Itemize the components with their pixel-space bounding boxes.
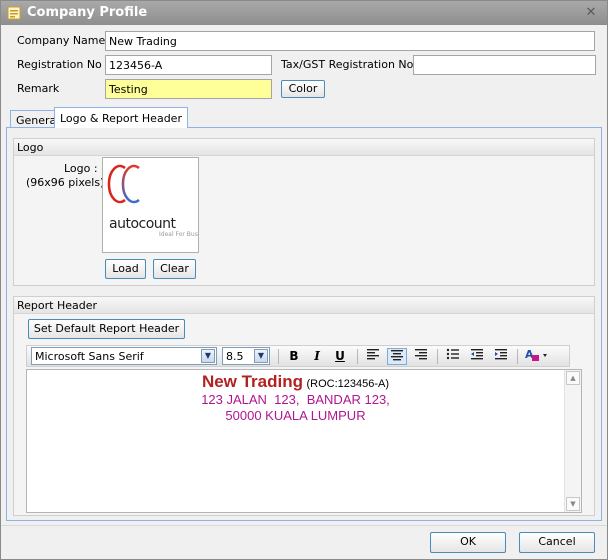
font-name-value: Microsoft Sans Serif xyxy=(35,350,144,363)
app-icon xyxy=(7,6,21,20)
editor-scrollbar[interactable]: ▲ ▼ xyxy=(564,370,581,512)
scroll-up-icon[interactable]: ▲ xyxy=(566,371,580,385)
autocount-logo: autocount Ideal For Business xyxy=(107,164,213,238)
rich-text-toolbar: Microsoft Sans Serif ▼ 8.5 ▼ B I U A xyxy=(26,345,570,367)
company-name-input[interactable]: New Trading xyxy=(105,31,595,51)
load-logo-button[interactable]: Load xyxy=(105,259,146,279)
cancel-button[interactable]: Cancel xyxy=(519,532,595,553)
registration-no-input[interactable]: 123456-A xyxy=(105,55,272,75)
report-header-group-header: Report Header xyxy=(14,297,594,314)
tax-gst-input[interactable] xyxy=(413,55,596,75)
font-size-combo[interactable]: 8.5 ▼ xyxy=(222,347,270,365)
company-name-label: Company Name xyxy=(17,34,106,47)
close-icon[interactable]: ✕ xyxy=(583,5,599,21)
logo-preview[interactable]: autocount Ideal For Business xyxy=(102,157,213,253)
tab-logo-report-header[interactable]: Logo & Report Header xyxy=(54,107,188,128)
tab-panel-logo-report-header: Logo Logo : (96x96 pixels) autocount Ide… xyxy=(6,127,602,521)
window-title: Company Profile xyxy=(27,5,148,20)
registration-no-label: Registration No xyxy=(17,58,102,71)
remark-input[interactable]: Testing xyxy=(105,79,272,99)
indent-icon[interactable] xyxy=(491,348,511,365)
font-size-value: 8.5 xyxy=(226,350,244,363)
font-name-combo[interactable]: Microsoft Sans Serif ▼ xyxy=(31,347,217,365)
set-default-report-header-button[interactable]: Set Default Report Header xyxy=(28,319,185,339)
ok-button[interactable]: OK xyxy=(430,532,506,553)
underline-icon[interactable]: U xyxy=(330,348,350,365)
font-color-icon[interactable]: A xyxy=(523,348,551,365)
report-header-group: Report Header Set Default Report Header … xyxy=(13,296,595,516)
chevron-down-icon[interactable]: ▼ xyxy=(201,349,215,363)
align-right-icon[interactable] xyxy=(411,348,431,365)
clear-logo-button[interactable]: Clear xyxy=(153,259,196,279)
logo-group-header: Logo xyxy=(14,139,594,156)
outdent-icon[interactable] xyxy=(467,348,487,365)
chevron-down-icon[interactable]: ▼ xyxy=(254,349,268,363)
report-header-editor[interactable]: New Trading (ROC:123456-A) 123 JALAN 123… xyxy=(26,369,582,513)
scroll-down-icon[interactable]: ▼ xyxy=(566,497,580,511)
dialog-button-bar: OK Cancel xyxy=(1,525,607,559)
logo-group: Logo Logo : (96x96 pixels) autocount Ide… xyxy=(13,138,595,286)
align-center-icon[interactable] xyxy=(387,348,407,365)
svg-text:autocount: autocount xyxy=(109,216,177,232)
report-header-roc: (ROC:123456-A) xyxy=(306,378,390,390)
svg-text:Ideal For Business: Ideal For Business xyxy=(159,231,198,238)
align-left-icon[interactable] xyxy=(363,348,383,365)
color-button[interactable]: Color xyxy=(281,80,325,98)
report-header-address-line2: 50000 KUALA LUMPUR xyxy=(225,408,366,423)
company-profile-window: Company Profile ✕ Company Name New Tradi… xyxy=(0,0,608,560)
bullet-list-icon[interactable] xyxy=(443,348,463,365)
report-header-address-line1: 123 JALAN 123, BANDAR 123, xyxy=(201,392,390,407)
tax-gst-label: Tax/GST Registration No xyxy=(281,58,414,71)
report-header-company-name: New Trading xyxy=(201,372,304,391)
italic-icon[interactable]: I xyxy=(307,348,327,365)
logo-label: Logo : xyxy=(64,162,98,175)
report-header-line-company: New Trading (ROC:123456-A) xyxy=(27,372,564,392)
title-bar: Company Profile ✕ xyxy=(1,1,607,25)
remark-label: Remark xyxy=(17,82,60,95)
bold-icon[interactable]: B xyxy=(284,348,304,365)
logo-size-hint: (96x96 pixels) xyxy=(26,176,105,189)
